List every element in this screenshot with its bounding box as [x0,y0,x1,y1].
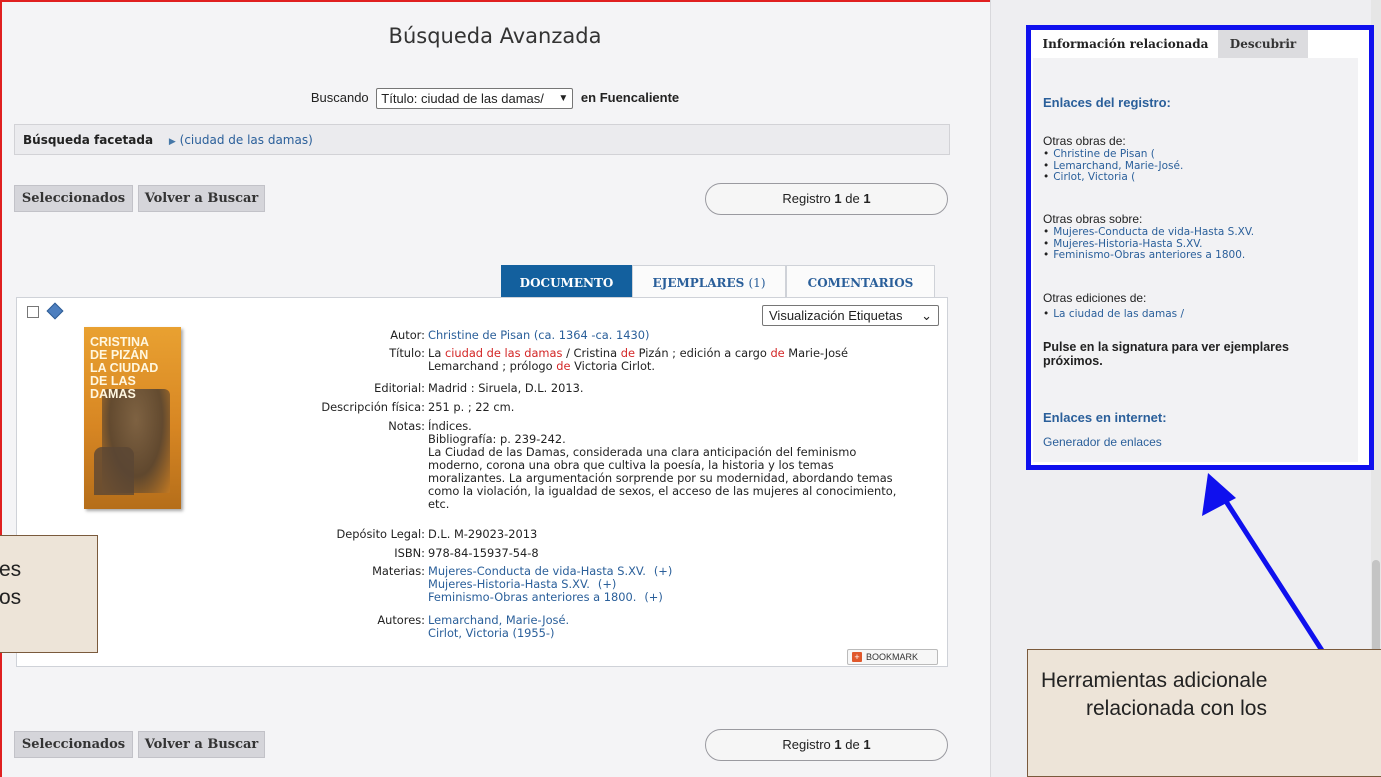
link-generator-link[interactable]: Generador de enlaces [1043,435,1162,449]
annotation-left: es os [0,535,98,653]
other-works-by-list: Christine de Pisan ( Lemarchand, Marie-J… [1043,148,1183,184]
faceted-search-label: Búsqueda facetada [23,133,154,147]
tab-documento[interactable]: DOCUMENTO [501,265,632,297]
other-editions-label: Otras ediciones de: [1043,291,1147,305]
tab-discover[interactable]: Descubrir [1218,30,1308,58]
facet-breadcrumb[interactable]: (ciudad de las damas) [180,133,313,147]
subject-link[interactable]: Mujeres-Historia-Hasta S.XV. [428,577,590,591]
notes-value: Índices. Bibliografía: p. 239-242. La Ci… [428,419,897,511]
other-editions-list: La ciudad de las damas / [1043,308,1184,321]
tab-ejemplares[interactable]: EJEMPLARES (1) [632,265,786,297]
authors-value: Lemarchand, Marie-José. Cirlot, Victoria… [428,614,943,640]
page-title: Búsqueda Avanzada [388,24,602,48]
title-value: La ciudad de las damas / Cristina de Piz… [428,346,848,373]
selected-button-bottom[interactable]: Seleccionados [14,731,133,758]
other-works-about-label: Otras obras sobre: [1043,212,1143,226]
list-item[interactable]: Cirlot, Victoria ( [1043,171,1183,184]
back-to-search-button[interactable]: Volver a Buscar [138,185,265,212]
list-item[interactable]: Mujeres-Conducta de vida-Hasta S.XV. [1043,226,1254,239]
list-item[interactable]: Christine de Pisan ( [1043,148,1183,161]
list-item[interactable]: La ciudad de las damas / [1043,308,1184,321]
view-mode-select[interactable]: Visualización Etiquetas ⌄ [762,305,939,326]
author-link[interactable]: Christine de Pisan (ca. 1364 -ca. 1430) [428,328,649,342]
expand-subject-button[interactable]: (+) [644,590,662,604]
annotation-right: Herramientas adicionale relacionada con … [1027,649,1381,777]
search-library: en Fuencaliente [580,89,680,105]
subject-link[interactable]: Mujeres-Conducta de vida-Hasta S.XV. [428,564,646,578]
cover-title: CRISTINA DE PIZÁN LA CIUDAD DE LAS DAMAS [90,335,159,401]
searching-label: Buscando [310,89,369,105]
record-panel: Visualización Etiquetas ⌄ CRISTINA DE PI… [16,297,948,667]
bookmark-button[interactable]: + BOOKMARK [847,649,938,665]
internet-links-heading: Enlaces en internet: [1043,410,1167,425]
selected-button[interactable]: Seleccionados [14,185,133,212]
tab-comentarios[interactable]: COMENTARIOS [786,265,935,297]
search-summary: Buscando Título: ciudad de las damas/ ▼ … [0,88,990,109]
other-works-about-list: Mujeres-Conducta de vida-Hasta S.XV. Muj… [1043,226,1254,262]
plus-icon: + [852,652,862,662]
list-item[interactable]: Feminismo-Obras anteriores a 1800. [1043,249,1254,262]
chevron-down-icon: ⌄ [921,307,932,323]
book-type-icon [46,302,64,320]
related-info-panel: Información relacionada Descubrir Enlace… [1026,25,1374,470]
related-info-body: Enlaces del registro: Otras obras de: Ch… [1033,58,1358,462]
tab-related-info[interactable]: Información relacionada [1033,30,1218,58]
select-record-checkbox[interactable] [27,306,39,318]
subjects-value: Mujeres-Conducta de vida-Hasta S.XV. (+) … [428,565,943,604]
record-counter-bottom: Registro 1 de 1 [705,729,948,761]
expand-subject-button[interactable]: (+) [654,564,672,578]
search-query-value: Título: ciudad de las damas/ [381,91,544,106]
author-link[interactable]: Cirlot, Victoria (1955-) [428,627,943,640]
call-number-hint: Pulse en la signatura para ver ejemplare… [1043,340,1289,368]
record-links-heading: Enlaces del registro: [1043,95,1171,110]
triangle-right-icon: ▶ [168,137,176,147]
subject-link[interactable]: Feminismo-Obras anteriores a 1800. [428,590,636,604]
faceted-search-bar: Búsqueda facetada ▶ (ciudad de las damas… [14,124,950,155]
other-works-by-label: Otras obras de: [1043,134,1126,148]
back-to-search-button-bottom[interactable]: Volver a Buscar [138,731,265,758]
arrow-icon [1202,473,1326,654]
expand-subject-button[interactable]: (+) [598,577,616,591]
chevron-down-icon: ▼ [558,93,569,104]
search-query-select[interactable]: Título: ciudad de las damas/ ▼ [376,88,574,109]
record-counter: Registro 1 de 1 [705,183,948,215]
book-cover-image[interactable]: CRISTINA DE PIZÁN LA CIUDAD DE LAS DAMAS [84,327,181,509]
